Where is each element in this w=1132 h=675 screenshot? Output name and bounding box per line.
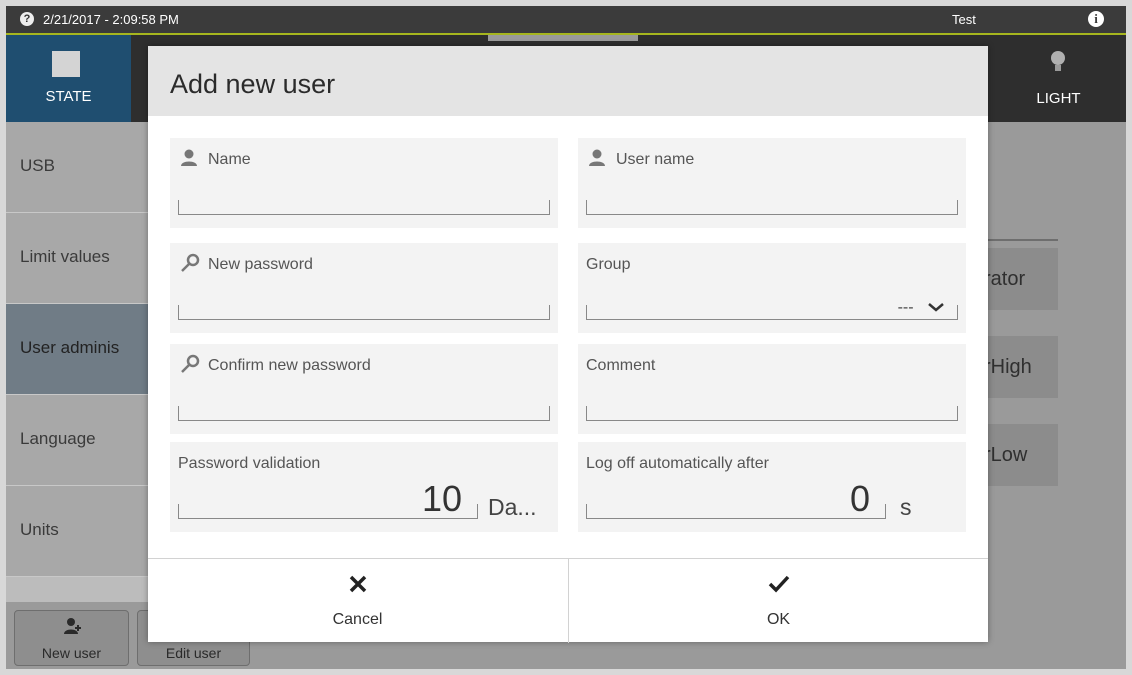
app-frame: ? 2/21/2017 - 2:09:58 PM Test i STATE LI… (6, 6, 1126, 669)
confirm-password-input[interactable] (178, 406, 550, 421)
state-square-icon (52, 51, 80, 77)
logoff-value[interactable]: 0 (850, 478, 870, 520)
key-icon (181, 354, 200, 373)
info-icon[interactable]: i (1088, 11, 1104, 27)
button-label: OK (766, 611, 791, 628)
table-cell[interactable]: rHigh (976, 336, 1058, 398)
username-field[interactable]: User name (578, 138, 966, 228)
username-input[interactable] (586, 200, 958, 215)
nav-tab-light[interactable]: LIGHT (991, 35, 1126, 122)
user-table-background: rator rHigh rLow (976, 122, 1126, 602)
help-icon[interactable]: ? (20, 12, 34, 26)
button-label: New user (41, 645, 102, 661)
table-cell[interactable]: rLow (976, 424, 1058, 486)
active-tab-indicator (488, 35, 638, 41)
status-bar: ? 2/21/2017 - 2:09:58 PM Test i (6, 6, 1126, 35)
user-icon (181, 149, 197, 166)
table-cell[interactable]: rator (976, 248, 1058, 310)
nav-tab-label: STATE (45, 88, 92, 105)
name-input[interactable] (178, 200, 550, 215)
product-name: Test (952, 12, 976, 27)
add-user-dialog: Add new user Name User name New password… (148, 46, 988, 643)
sidebar-item-label: User adminis (20, 338, 120, 357)
add-user-icon (15, 617, 128, 639)
password-validation-value[interactable]: 10 (422, 478, 462, 520)
datetime: 2/21/2017 - 2:09:58 PM (43, 12, 179, 27)
user-icon (589, 149, 605, 166)
password-validation-unit[interactable]: Da... (488, 494, 537, 521)
chevron-down-icon (928, 303, 944, 312)
confirm-password-field[interactable]: Confirm new password (170, 344, 558, 434)
light-bulb-icon (1051, 51, 1065, 71)
group-select[interactable]: --- (898, 299, 944, 317)
key-icon (181, 253, 200, 272)
field-label: User name (616, 151, 695, 168)
password-validation-input[interactable] (178, 504, 478, 519)
dialog-footer: Cancel OK (148, 558, 988, 643)
new-user-button[interactable]: New user (14, 610, 129, 666)
cancel-button[interactable]: Cancel (148, 559, 567, 643)
dialog-title: Add new user (170, 69, 336, 99)
field-label: Log off automatically after (586, 455, 769, 472)
ok-button[interactable]: OK (568, 559, 988, 643)
sidebar-item-label: Units (20, 520, 59, 539)
comment-field[interactable]: Comment (578, 344, 966, 434)
nav-tab-label: LIGHT (1036, 90, 1081, 107)
button-label: Cancel (332, 611, 383, 628)
name-field[interactable]: Name (170, 138, 558, 228)
field-label: Comment (586, 357, 656, 374)
table-cell-text: rHigh (984, 356, 1032, 378)
field-label: Confirm new password (208, 357, 371, 374)
table-cell-text: rator (984, 268, 1026, 290)
group-selected-value: --- (897, 299, 914, 316)
sidebar-item-label: Language (20, 429, 96, 448)
check-icon (569, 571, 988, 599)
sidebar-item-label: Limit values (20, 247, 110, 266)
field-label: Name (208, 151, 251, 168)
logoff-unit: s (900, 494, 912, 520)
logoff-input[interactable] (586, 504, 886, 519)
dialog-header: Add new user (148, 46, 988, 116)
table-cell-text: rLow (984, 444, 1028, 466)
x-icon (148, 571, 567, 599)
group-input-line (586, 305, 958, 320)
nav-tab-state[interactable]: STATE (6, 35, 131, 122)
group-field[interactable]: Group --- (578, 243, 966, 333)
table-header-divider (976, 239, 1058, 241)
sidebar-item-label: USB (20, 156, 55, 175)
password-validation-field[interactable]: Password validation 10 Da... (170, 442, 558, 532)
field-label: New password (208, 256, 313, 273)
comment-input[interactable] (586, 406, 958, 421)
new-password-input[interactable] (178, 305, 550, 320)
field-label: Password validation (178, 455, 321, 472)
button-label: Edit user (165, 645, 222, 661)
logoff-field[interactable]: Log off automatically after 0 s (578, 442, 966, 532)
field-label: Group (586, 256, 631, 273)
new-password-field[interactable]: New password (170, 243, 558, 333)
